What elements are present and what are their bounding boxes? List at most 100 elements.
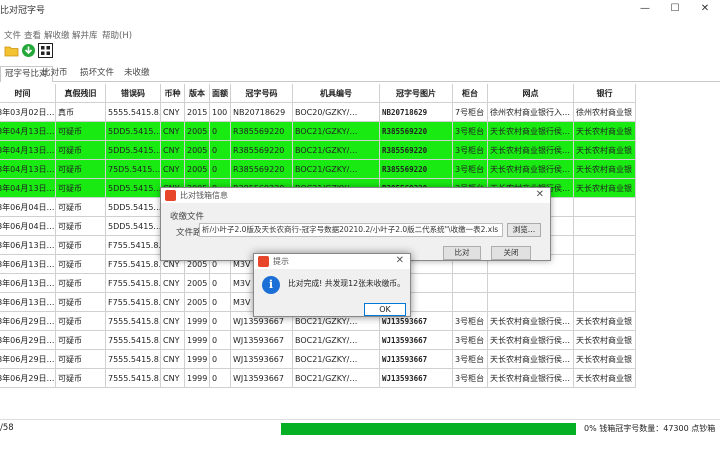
table-row[interactable]: 23年04月13日…可疑币75D5.5415.…CNY20050R3855692…	[0, 160, 636, 179]
file-path-input[interactable]: 析/小叶子2.0版及天长农商行-冠字号数据20210.2/小叶子2.0版二代系统…	[199, 223, 503, 237]
cell-time: 23年04月13日…	[0, 141, 56, 160]
record-count: /58	[0, 423, 14, 433]
cell-branch	[488, 293, 574, 312]
cell-denomination: 0	[210, 141, 231, 160]
close-button[interactable]: 关闭	[491, 246, 531, 260]
toolbar	[0, 42, 720, 60]
close-window-button[interactable]: ✕	[690, 0, 720, 18]
cell-bank: 天长农村商业银	[574, 331, 636, 350]
cell-time: 23年06月29日…	[0, 312, 56, 331]
cell-denomination: 0	[210, 122, 231, 141]
maximize-button[interactable]: ☐	[660, 0, 690, 18]
cell-bank: 天长农村商业银	[574, 312, 636, 331]
info-message: 比对完成! 共发现12张未收缴币。	[288, 279, 405, 288]
menu-item-view[interactable]: 查看	[24, 29, 41, 41]
table-row[interactable]: 23年06月29日…可疑币7555.5415.8…CNY19990WJ13593…	[0, 369, 636, 388]
browse-button[interactable]: 浏览…	[507, 223, 541, 237]
header-serial[interactable]: 冠字号码	[231, 84, 293, 103]
cell-counter: 3号柜台	[453, 312, 488, 331]
header-counter[interactable]: 柜台	[453, 84, 488, 103]
header-bank[interactable]: 银行	[574, 84, 636, 103]
cell-denomination: 0	[210, 312, 231, 331]
cell-error-code: 7555.5415.8…	[106, 350, 161, 369]
header-branch[interactable]: 网点	[488, 84, 574, 103]
open-folder-icon[interactable]	[4, 43, 19, 58]
menu-item-decollect[interactable]: 解收缴	[44, 29, 70, 41]
cell-error-code: F755.5415.8…	[106, 255, 161, 274]
cell-serial-image: WJ13593667	[380, 350, 453, 369]
ok-button[interactable]: OK	[364, 303, 406, 316]
cell-bank: 天长农村商业银	[574, 122, 636, 141]
cell-machine: BOC21/GZKY/…	[293, 141, 380, 160]
header-error-code[interactable]: 错误码	[106, 84, 161, 103]
cashbox-count-text: 0% 钱箱冠字号数量：47300 点钞箱	[584, 424, 716, 433]
cell-bank	[574, 198, 636, 217]
cell-authenticity: 可疑币	[56, 312, 106, 331]
cell-branch: 天长农村商业银行侯…	[488, 369, 574, 388]
info-box-titlebar: 提示 ✕	[254, 254, 410, 269]
cell-currency: CNY	[161, 141, 185, 160]
cell-time: 23年03月02日…	[0, 103, 56, 122]
table-row[interactable]: 23年04月13日…可疑币5DD5.5415.…CNY20050R3855692…	[0, 141, 636, 160]
cell-currency: CNY	[161, 160, 185, 179]
minimize-button[interactable]: —	[630, 0, 660, 18]
cell-denomination: 0	[210, 293, 231, 312]
cell-error-code: 5DD5.5415.…	[106, 141, 161, 160]
cell-serial: WJ13593667	[231, 369, 293, 388]
table-row[interactable]: 23年04月13日…可疑币5DD5.5415.…CNY20050R3855692…	[0, 122, 636, 141]
menu-item-help[interactable]: 帮助(H)	[102, 29, 132, 41]
cell-counter: 3号柜台	[453, 141, 488, 160]
menu-item-file[interactable]: 文件	[4, 29, 21, 41]
table-row[interactable]: 23年06月29日…可疑币7555.5415.8…CNY19990WJ13593…	[0, 350, 636, 369]
cell-authenticity: 可疑币	[56, 122, 106, 141]
cell-bank	[574, 293, 636, 312]
cell-counter: 3号柜台	[453, 369, 488, 388]
info-message-box: 提示 ✕ i 比对完成! 共发现12张未收缴币。 OK	[253, 253, 411, 317]
close-icon[interactable]: ✕	[536, 189, 544, 200]
cell-error-code: 5DD5.5415.…	[106, 179, 161, 198]
header-denomination[interactable]: 面额	[210, 84, 231, 103]
cell-authenticity: 可疑币	[56, 198, 106, 217]
cell-denomination: 100	[210, 103, 231, 122]
cell-bank	[574, 255, 636, 274]
cell-authenticity: 可疑币	[56, 160, 106, 179]
header-authenticity[interactable]: 真假残旧	[56, 84, 106, 103]
header-serial-image[interactable]: 冠字号图片	[380, 84, 453, 103]
tab-damaged-files[interactable]: 损坏文件	[76, 66, 118, 82]
cell-version: 1999	[185, 369, 210, 388]
download-icon[interactable]	[21, 43, 36, 58]
header-currency[interactable]: 币种	[161, 84, 185, 103]
cell-bank: 天长农村商业银	[574, 350, 636, 369]
compare-button[interactable]: 比对	[443, 246, 481, 260]
cell-authenticity: 可疑币	[56, 350, 106, 369]
cell-serial: R385569220	[231, 122, 293, 141]
compare-dialog-title: 比对钱箱信息	[180, 191, 228, 200]
cell-machine: BOC21/GZKY/…	[293, 369, 380, 388]
cell-bank	[574, 274, 636, 293]
header-time[interactable]: 时间	[0, 84, 56, 103]
info-box-title: 提示	[273, 257, 289, 266]
cell-denomination: 0	[210, 160, 231, 179]
cell-counter	[453, 274, 488, 293]
tab-compare-currency[interactable]: 比对币	[38, 66, 72, 82]
table-row[interactable]: 23年06月29日…可疑币7555.5415.8…CNY19990WJ13593…	[0, 331, 636, 350]
cell-error-code: 75D5.5415.…	[106, 160, 161, 179]
cell-error-code: 5555.5415.8…	[106, 103, 161, 122]
cell-currency: CNY	[161, 122, 185, 141]
cell-branch	[488, 274, 574, 293]
header-version[interactable]: 版本	[185, 84, 210, 103]
cell-branch: 天长农村商业银行侯…	[488, 312, 574, 331]
grid-view-icon[interactable]	[38, 43, 53, 58]
cell-time: 23年06月29日…	[0, 369, 56, 388]
cell-time: 23年06月13日…	[0, 236, 56, 255]
table-row[interactable]: 23年03月02日…真币5555.5415.8…CNY2015100NB2071…	[0, 103, 636, 122]
app-icon	[258, 256, 269, 267]
tab-uncollected[interactable]: 未收缴	[120, 66, 154, 82]
cell-counter: 7号柜台	[453, 103, 488, 122]
close-icon[interactable]: ✕	[396, 255, 404, 266]
cell-serial-image: WJ13593667	[380, 331, 453, 350]
cell-currency: CNY	[161, 331, 185, 350]
title-bar: 比对冠字号 — ☐ ✕	[0, 0, 720, 18]
header-machine[interactable]: 机具编号	[293, 84, 380, 103]
menu-item-merge[interactable]: 解并库	[72, 29, 98, 41]
